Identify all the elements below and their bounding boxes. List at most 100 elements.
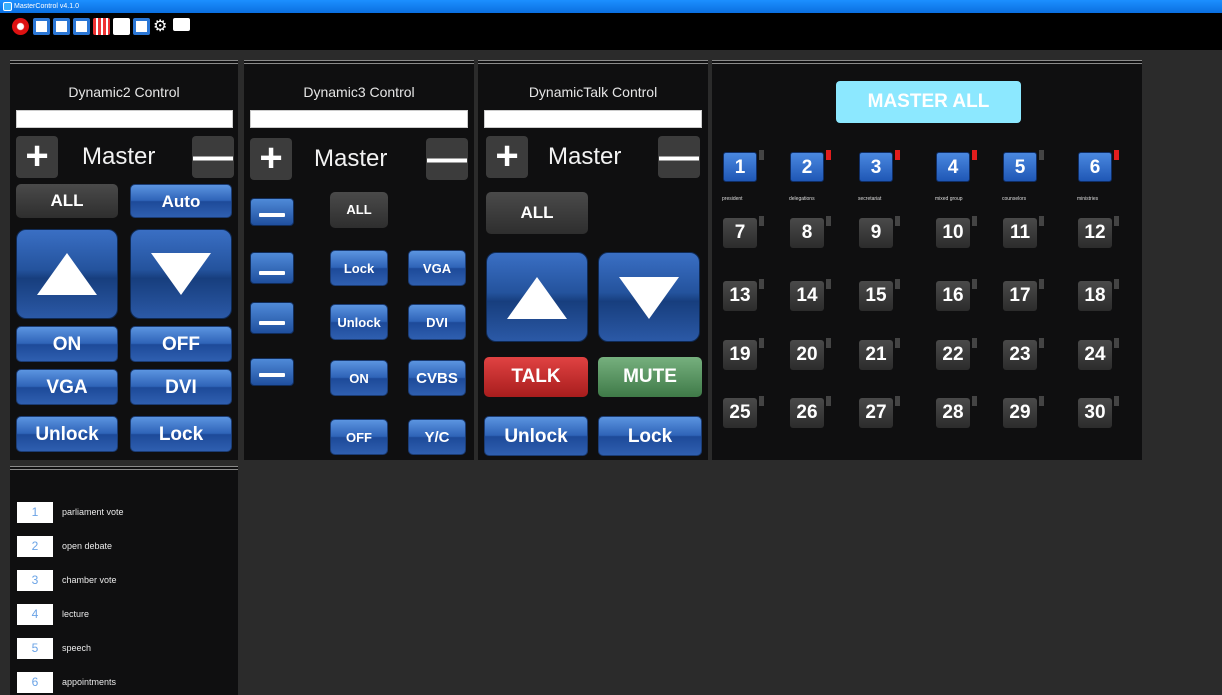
stop-icon[interactable] [12, 18, 29, 35]
seat-indicator [1114, 396, 1119, 406]
seat-button[interactable]: 23 [1003, 340, 1037, 370]
seat-button[interactable]: 6 [1078, 152, 1112, 182]
master-minus-button[interactable]: — [192, 136, 234, 178]
v-icon[interactable] [73, 18, 90, 35]
master-minus-button[interactable]: — [658, 136, 700, 178]
master-plus-button[interactable]: + [250, 138, 292, 180]
on-button[interactable]: ON [16, 326, 118, 362]
dynamic2-field[interactable] [16, 110, 233, 128]
seat-button[interactable]: 8 [790, 218, 824, 248]
projector-icon[interactable] [250, 198, 294, 226]
seat-indicator [1039, 338, 1044, 348]
seat-caption: ministries [1077, 196, 1099, 202]
blank-icon[interactable] [113, 18, 130, 35]
dynamictalk-field[interactable] [484, 110, 702, 128]
cvbs-button[interactable]: CVBS [408, 360, 466, 396]
seat-indicator [826, 150, 831, 160]
seat-button[interactable]: 27 [859, 398, 893, 428]
lock-button[interactable]: Lock [330, 250, 388, 286]
yc-button[interactable]: Y/C [408, 419, 466, 455]
seat-button[interactable]: 29 [1003, 398, 1037, 428]
seat-button[interactable]: 25 [723, 398, 757, 428]
off-button[interactable]: OFF [330, 419, 388, 455]
talk-button[interactable]: TALK [484, 357, 588, 397]
master-plus-button[interactable]: + [486, 136, 528, 178]
dvi-button[interactable]: DVI [130, 369, 232, 405]
seat-indicator [759, 396, 764, 406]
preset-number-button[interactable]: 2 [17, 536, 53, 557]
save-icon[interactable] [33, 18, 50, 35]
seat-button[interactable]: 16 [936, 281, 970, 311]
seat-indicator [1114, 216, 1119, 226]
lock-button[interactable]: Lock [130, 416, 232, 452]
unlock-button[interactable]: Unlock [330, 304, 388, 340]
vga-button[interactable]: VGA [16, 369, 118, 405]
seat-button[interactable]: 7 [723, 218, 757, 248]
master-all-button[interactable]: MASTER ALL [836, 81, 1021, 123]
seat-button[interactable]: 14 [790, 281, 824, 311]
seat-indicator [1114, 150, 1119, 160]
lamp-icon[interactable] [250, 358, 294, 386]
seat-indicator [826, 279, 831, 289]
card-icon[interactable] [133, 18, 150, 35]
seat-button[interactable]: 5 [1003, 152, 1037, 182]
seat-button[interactable]: 1 [723, 152, 757, 182]
chat-icon[interactable] [173, 18, 190, 31]
seat-indicator [895, 338, 900, 348]
off-button[interactable]: OFF [130, 326, 232, 362]
seat-button[interactable]: 18 [1078, 281, 1112, 311]
down-arrow-icon [151, 253, 211, 295]
all-button[interactable]: ALL [330, 192, 388, 228]
seat-button[interactable]: 9 [859, 218, 893, 248]
vga-button[interactable]: VGA [408, 250, 466, 286]
down-arrow-button[interactable] [130, 229, 232, 319]
seat-button[interactable]: 15 [859, 281, 893, 311]
preset-number-button[interactable]: 3 [17, 570, 53, 591]
seat-button[interactable]: 17 [1003, 281, 1037, 311]
window-title: MasterControl v4.1.0 [14, 3, 79, 10]
unlock-button[interactable]: Unlock [16, 416, 118, 452]
mute-button[interactable]: MUTE [598, 357, 702, 397]
seat-button[interactable]: 22 [936, 340, 970, 370]
seat-button[interactable]: 19 [723, 340, 757, 370]
dvi-button[interactable]: DVI [408, 304, 466, 340]
on-button[interactable]: ON [330, 360, 388, 396]
screen-lift-icon[interactable] [250, 302, 294, 334]
seat-button[interactable]: 4 [936, 152, 970, 182]
up-arrow-button[interactable] [16, 229, 118, 319]
up-arrow-button[interactable] [486, 252, 588, 342]
seat-button[interactable]: 20 [790, 340, 824, 370]
seat-button[interactable]: 13 [723, 281, 757, 311]
seat-button[interactable]: 26 [790, 398, 824, 428]
up-arrow-icon [507, 277, 567, 319]
settings-icon[interactable]: ⚙ [153, 18, 170, 35]
all-button[interactable]: ALL [16, 184, 118, 218]
lock-button[interactable]: Lock [598, 416, 702, 456]
preset-number-button[interactable]: 1 [17, 502, 53, 523]
auto-button[interactable]: Auto [130, 184, 232, 218]
save-as-icon[interactable] [53, 18, 70, 35]
seat-button[interactable]: 21 [859, 340, 893, 370]
seat-button[interactable]: 30 [1078, 398, 1112, 428]
up-arrow-icon [37, 253, 97, 295]
all-button[interactable]: ALL [486, 192, 588, 234]
master-plus-button[interactable]: + [16, 136, 58, 178]
seat-button[interactable]: 10 [936, 218, 970, 248]
preset-number-button[interactable]: 4 [17, 604, 53, 625]
down-arrow-button[interactable] [598, 252, 700, 342]
dynamic3-field[interactable] [250, 110, 468, 128]
unlock-button[interactable]: Unlock [484, 416, 588, 456]
seat-button[interactable]: 28 [936, 398, 970, 428]
seat-button[interactable]: 2 [790, 152, 824, 182]
seat-button[interactable]: 24 [1078, 340, 1112, 370]
screen-icon[interactable] [250, 252, 294, 284]
seat-button[interactable]: 3 [859, 152, 893, 182]
grid-icon[interactable] [93, 18, 110, 35]
master-minus-button[interactable]: — [426, 138, 468, 180]
preset-number-button[interactable]: 6 [17, 672, 53, 693]
seat-button[interactable]: 11 [1003, 218, 1037, 248]
seat-button[interactable]: 12 [1078, 218, 1112, 248]
seat-caption: mixed group [935, 196, 963, 202]
preset-number-button[interactable]: 5 [17, 638, 53, 659]
preset-label: appointments [62, 677, 117, 687]
